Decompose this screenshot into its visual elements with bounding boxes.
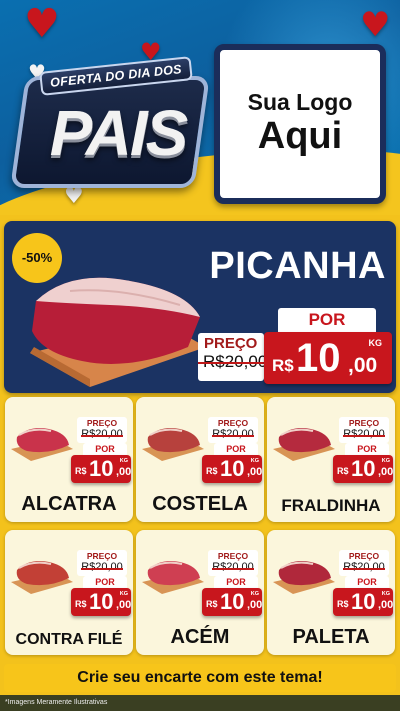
product-image bbox=[142, 428, 204, 461]
product-new-price: R$ 10,00 KG bbox=[333, 588, 393, 616]
price-unit: KG bbox=[119, 458, 128, 464]
old-price-value: R$20,00 bbox=[198, 352, 267, 372]
product-new-price: R$ 10,00 KG bbox=[333, 455, 393, 483]
heart-icon: ♥ bbox=[360, 5, 391, 45]
product-name: COSTELA bbox=[152, 493, 248, 515]
old-price-value: R$20,00 bbox=[343, 561, 385, 573]
product-old-price: PREÇO R$20,00 bbox=[339, 550, 389, 576]
product-old-price: PREÇO R$20,00 bbox=[208, 550, 258, 576]
product-old-price: PREÇO R$20,00 bbox=[339, 417, 389, 443]
featured-por-label: POR bbox=[278, 308, 376, 332]
product-name: ALCATRA bbox=[21, 493, 117, 515]
old-price-value: R$20,00 bbox=[212, 561, 254, 573]
product-image bbox=[11, 428, 73, 461]
product-por-label: POR bbox=[83, 443, 127, 455]
cta-banner[interactable]: Crie seu encarte com este tema! bbox=[4, 664, 396, 692]
price-integer: 10 bbox=[220, 589, 245, 614]
currency: R$ bbox=[337, 599, 349, 609]
price-decimal: ,00 bbox=[247, 466, 263, 478]
product-image bbox=[11, 561, 73, 594]
old-price-value: R$20,00 bbox=[81, 561, 123, 573]
product-por-label: POR bbox=[83, 576, 127, 588]
price-decimal: ,00 bbox=[378, 466, 394, 478]
product-por-label: POR bbox=[214, 576, 258, 588]
price-integer: 10 bbox=[220, 456, 245, 481]
product-card[interactable]: PREÇO R$20,00 POR R$ 10,00 KG ACÉM bbox=[136, 530, 264, 655]
product-new-price: R$ 10,00 KG bbox=[71, 455, 131, 483]
price-integer: 10 bbox=[89, 456, 114, 481]
product-card[interactable]: PREÇO R$20,00 POR R$ 10,00 KG PALETA bbox=[267, 530, 395, 655]
product-new-price: R$ 10,00 KG bbox=[202, 455, 262, 483]
logo-text-line2: Aqui bbox=[257, 114, 343, 157]
product-old-price: PREÇO R$20,00 bbox=[77, 417, 127, 443]
old-price-label: PREÇO bbox=[204, 335, 258, 352]
product-card[interactable]: PREÇO R$20,00 POR R$ 10,00 KG FRALDINHA bbox=[267, 397, 395, 522]
logo-text-line1: Sua Logo bbox=[247, 89, 353, 116]
badge-title: PAIS bbox=[49, 97, 189, 169]
old-price-value: R$20,00 bbox=[212, 428, 254, 440]
currency: R$ bbox=[75, 599, 87, 609]
old-price-label: PREÇO bbox=[86, 551, 118, 561]
product-image bbox=[273, 428, 335, 461]
logo-placeholder[interactable]: Sua Logo Aqui bbox=[214, 44, 386, 204]
product-image bbox=[142, 561, 204, 594]
product-name: FRALDINHA bbox=[281, 496, 381, 515]
product-name: ACÉM bbox=[170, 626, 230, 648]
fathers-day-badge: OFERTA DO DIA DOS PAIS bbox=[10, 56, 210, 192]
old-price-label: PREÇO bbox=[86, 418, 118, 428]
currency: R$ bbox=[272, 356, 294, 375]
price-unit: KG bbox=[368, 338, 383, 348]
product-new-price: R$ 10,00 KG bbox=[71, 588, 131, 616]
product-new-price: R$ 10,00 KG bbox=[202, 588, 262, 616]
price-integer: 10 bbox=[296, 336, 341, 380]
featured-old-price: PREÇO R$20,00 bbox=[198, 333, 267, 381]
price-integer: 10 bbox=[351, 456, 376, 481]
price-integer: 10 bbox=[351, 589, 376, 614]
currency: R$ bbox=[206, 466, 218, 476]
price-decimal: ,00 bbox=[247, 599, 263, 611]
product-card[interactable]: PREÇO R$20,00 POR R$ 10,00 KG COSTELA bbox=[136, 397, 264, 522]
old-price-value: R$20,00 bbox=[343, 428, 385, 440]
product-card[interactable]: PREÇO R$20,00 POR R$ 10,00 KG CONTRA FILÉ bbox=[5, 530, 133, 655]
product-name: PALETA bbox=[292, 626, 370, 648]
old-price-label: PREÇO bbox=[348, 418, 380, 428]
price-unit: KG bbox=[119, 591, 128, 597]
product-old-price: PREÇO R$20,00 bbox=[77, 550, 127, 576]
price-unit: KG bbox=[381, 458, 390, 464]
product-card[interactable]: PREÇO R$20,00 POR R$ 10,00 KG ALCATRA bbox=[5, 397, 133, 522]
footer-disclaimer: *Imagens Meramente Ilustrativas bbox=[0, 695, 400, 711]
price-decimal: ,00 bbox=[116, 466, 132, 478]
product-old-price: PREÇO R$20,00 bbox=[208, 417, 258, 443]
currency: R$ bbox=[337, 466, 349, 476]
product-name: CONTRA FILÉ bbox=[15, 631, 123, 648]
product-image bbox=[273, 561, 335, 594]
old-price-value: R$20,00 bbox=[81, 428, 123, 440]
price-decimal: ,00 bbox=[348, 354, 378, 377]
featured-new-price: R$ 10 ,00 KG bbox=[264, 332, 392, 384]
product-por-label: POR bbox=[345, 443, 389, 455]
price-decimal: ,00 bbox=[378, 599, 394, 611]
currency: R$ bbox=[206, 599, 218, 609]
picanha-image bbox=[30, 277, 206, 387]
price-unit: KG bbox=[250, 458, 259, 464]
old-price-label: PREÇO bbox=[217, 551, 249, 561]
product-por-label: POR bbox=[345, 576, 389, 588]
price-integer: 10 bbox=[89, 589, 114, 614]
old-price-label: PREÇO bbox=[217, 418, 249, 428]
currency: R$ bbox=[75, 466, 87, 476]
price-unit: KG bbox=[250, 591, 259, 597]
old-price-label: PREÇO bbox=[348, 551, 380, 561]
heart-icon: ♥ bbox=[24, 1, 60, 47]
product-por-label: POR bbox=[214, 443, 258, 455]
price-unit: KG bbox=[381, 591, 390, 597]
featured-product-name: PICANHA bbox=[209, 245, 386, 287]
price-decimal: ,00 bbox=[116, 599, 132, 611]
